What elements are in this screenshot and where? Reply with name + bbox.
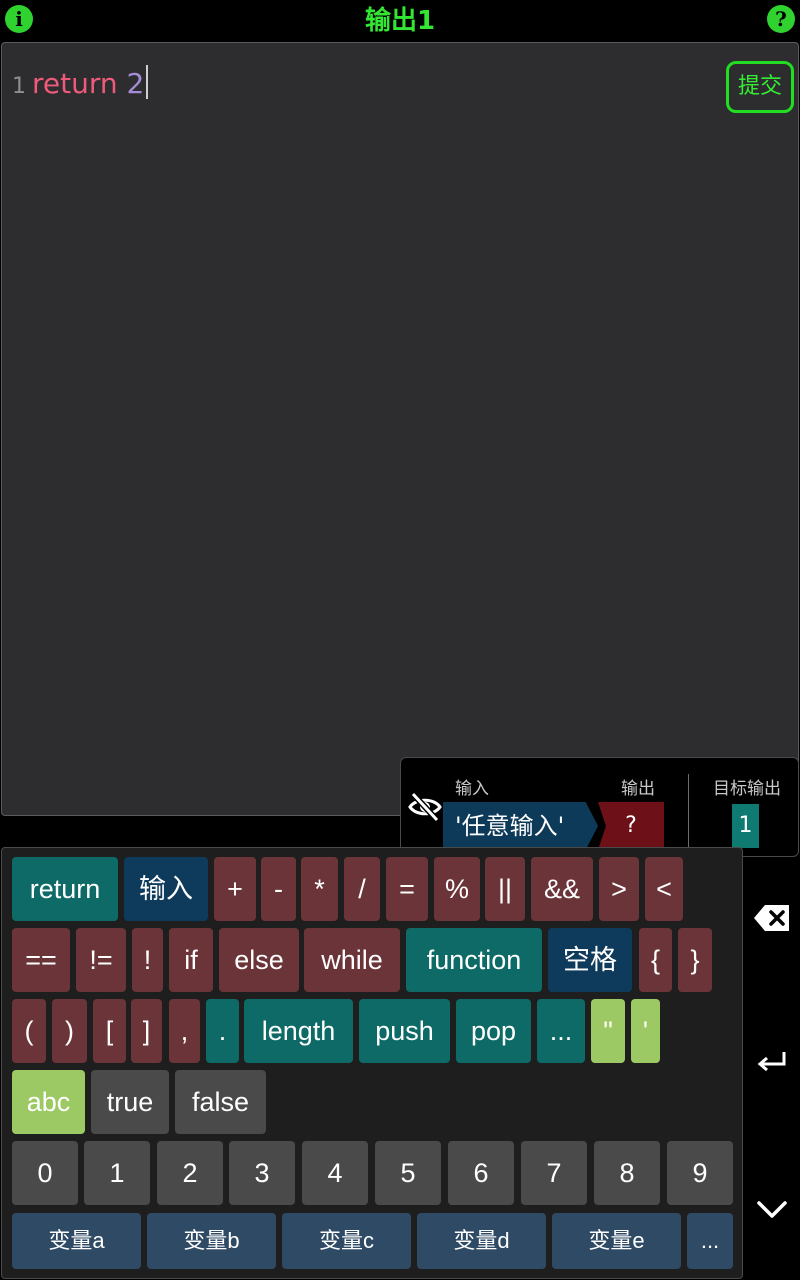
backspace-icon[interactable] <box>753 904 791 932</box>
key-while[interactable]: while <box>304 928 400 992</box>
key-dot[interactable]: . <box>206 999 239 1063</box>
key-less[interactable]: < <box>645 857 683 921</box>
key-digit-5[interactable]: 5 <box>375 1141 441 1205</box>
code-keyword: return <box>32 67 118 100</box>
code-value: 2 <box>126 67 145 100</box>
key-abc[interactable]: abc <box>12 1070 85 1134</box>
key-not[interactable]: ! <box>132 928 163 992</box>
key-digit-6[interactable]: 6 <box>448 1141 514 1205</box>
code-line[interactable]: 1 return 2 <box>12 65 149 100</box>
key-length[interactable]: length <box>244 999 353 1063</box>
key-var-a[interactable]: 变量a <box>12 1213 141 1269</box>
io-divider <box>688 774 689 848</box>
key-digit-1[interactable]: 1 <box>84 1141 150 1205</box>
text-caret <box>146 65 149 99</box>
key-space[interactable]: 空格 <box>548 928 632 992</box>
enter-icon[interactable] <box>756 1050 788 1076</box>
key-digit-3[interactable]: 3 <box>229 1141 295 1205</box>
key-function[interactable]: function <box>406 928 542 992</box>
key-digit-7[interactable]: 7 <box>521 1141 587 1205</box>
key-plus[interactable]: + <box>214 857 256 921</box>
key-or[interactable]: || <box>485 857 525 921</box>
output-value: ? <box>598 802 664 850</box>
key-multiply[interactable]: * <box>301 857 338 921</box>
key-equals[interactable]: = <box>386 857 428 921</box>
key-paren-open[interactable]: ( <box>12 999 46 1063</box>
key-digit-9[interactable]: 9 <box>667 1141 733 1205</box>
key-digit-8[interactable]: 8 <box>594 1141 660 1205</box>
key-equal-equal[interactable]: == <box>12 928 70 992</box>
key-digit-0[interactable]: 0 <box>12 1141 78 1205</box>
key-paren-close[interactable]: ) <box>52 999 87 1063</box>
key-var-c[interactable]: 变量c <box>282 1213 411 1269</box>
key-and[interactable]: && <box>531 857 593 921</box>
key-modulo[interactable]: % <box>434 857 480 921</box>
line-number: 1 <box>12 74 26 99</box>
key-more-vars[interactable]: ... <box>687 1213 733 1269</box>
submit-button[interactable]: 提交 <box>726 61 794 113</box>
key-bracket-close[interactable]: ] <box>131 999 162 1063</box>
key-divide[interactable]: / <box>344 857 380 921</box>
key-digit-2[interactable]: 2 <box>157 1141 223 1205</box>
io-panel: 输入 输出 目标输出 '任意输入' ? 1 <box>400 757 799 857</box>
code-editor[interactable]: 1 return 2 提交 输入 输出 目标输出 '任意输入' ? 1 <box>1 42 799 857</box>
key-if[interactable]: if <box>169 928 213 992</box>
help-icon[interactable]: ? <box>767 5 795 33</box>
key-not-equal[interactable]: != <box>76 928 126 992</box>
key-digit-4[interactable]: 4 <box>302 1141 368 1205</box>
key-false[interactable]: false <box>175 1070 266 1134</box>
hide-eye-icon[interactable] <box>408 790 442 824</box>
input-label: 输入 <box>455 779 489 799</box>
key-var-e[interactable]: 变量e <box>552 1213 681 1269</box>
collapse-keyboard-icon[interactable] <box>756 1199 788 1221</box>
key-double-quote[interactable]: " <box>591 999 625 1063</box>
key-else[interactable]: else <box>219 928 299 992</box>
key-input[interactable]: 输入 <box>124 857 208 921</box>
key-brace-close[interactable]: } <box>678 928 712 992</box>
key-true[interactable]: true <box>91 1070 169 1134</box>
key-minus[interactable]: - <box>261 857 296 921</box>
key-single-quote[interactable]: ' <box>631 999 660 1063</box>
target-output-value: 1 <box>732 804 759 848</box>
key-brace-open[interactable]: { <box>639 928 672 992</box>
key-var-d[interactable]: 变量d <box>417 1213 546 1269</box>
code-keyboard: return 输入 + - * / = % || && > < == != ! … <box>1 847 743 1279</box>
target-output-label: 目标输出 <box>713 779 781 799</box>
key-push[interactable]: push <box>359 999 450 1063</box>
key-bracket-open[interactable]: [ <box>93 999 126 1063</box>
key-var-b[interactable]: 变量b <box>147 1213 276 1269</box>
key-comma[interactable]: , <box>169 999 200 1063</box>
key-greater[interactable]: > <box>599 857 639 921</box>
top-bar: i 输出1 ? <box>0 0 800 40</box>
key-spread[interactable]: ... <box>537 999 585 1063</box>
page-title: 输出1 <box>364 6 436 36</box>
input-value: '任意输入' <box>443 802 598 850</box>
output-label: 输出 <box>621 779 655 799</box>
key-pop[interactable]: pop <box>456 999 531 1063</box>
key-return[interactable]: return <box>12 857 118 921</box>
